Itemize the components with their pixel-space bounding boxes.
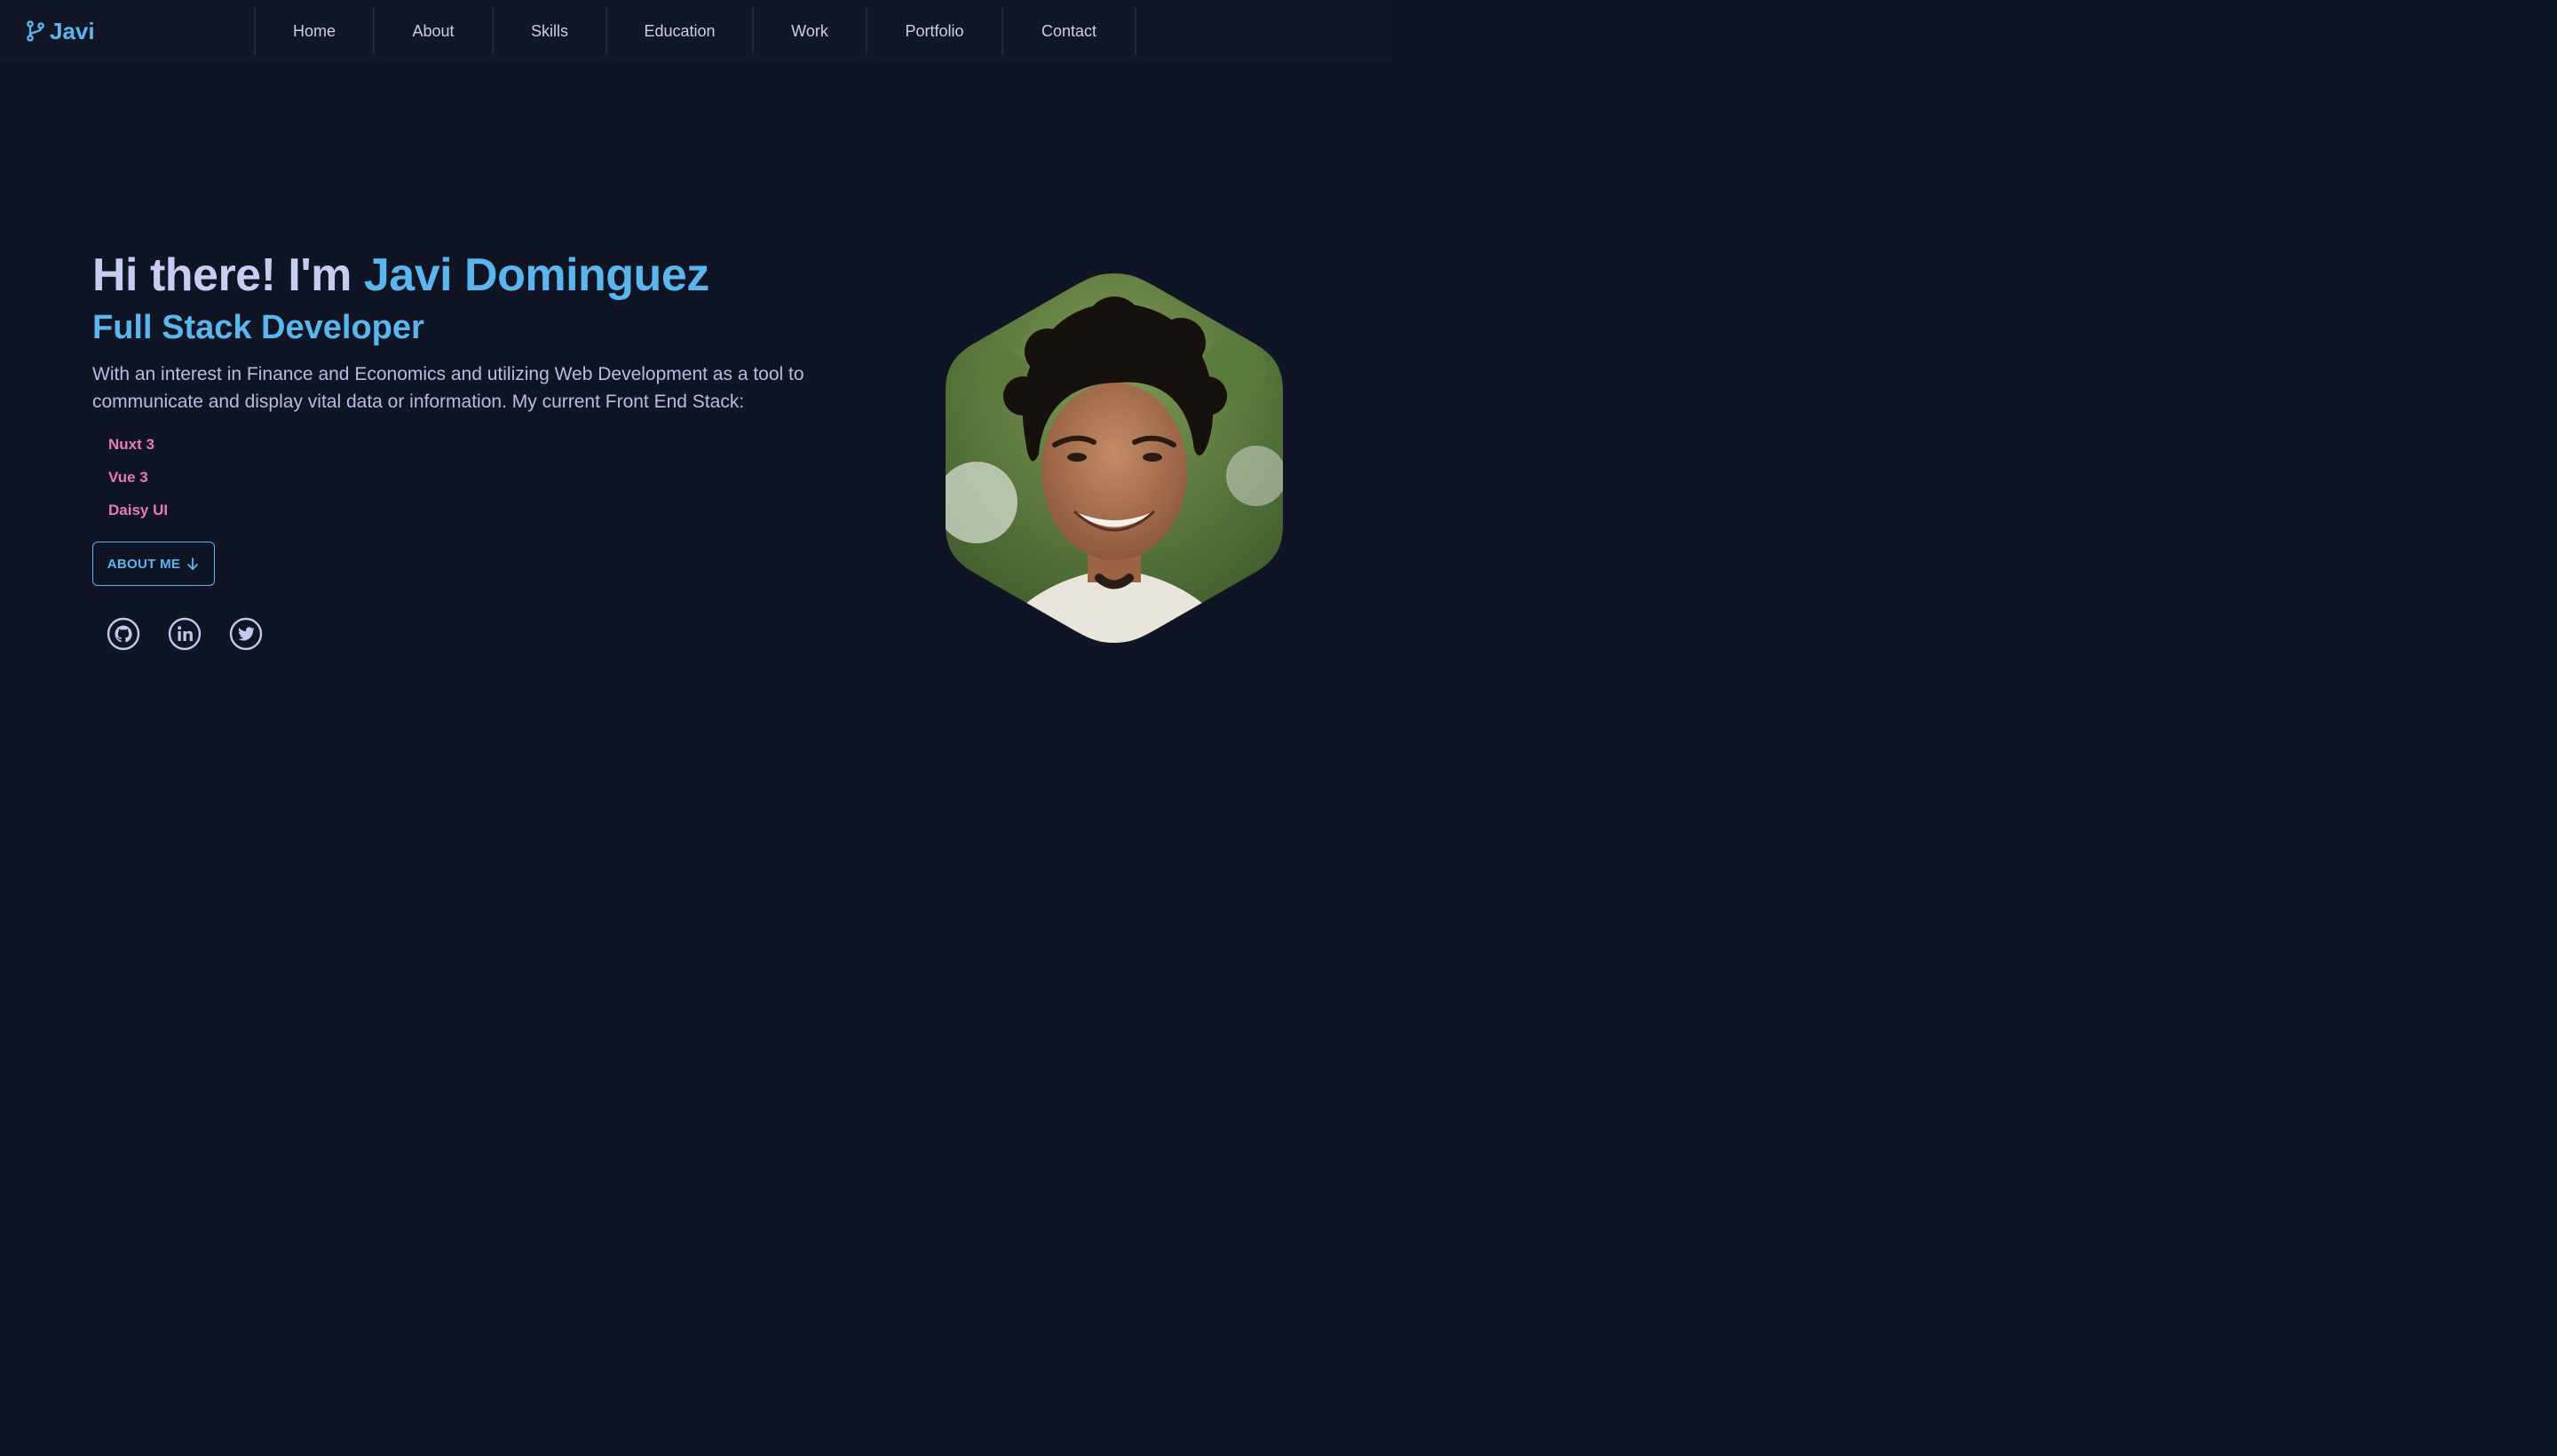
nav-item-portfolio[interactable]: Portfolio: [867, 7, 1003, 55]
nav-item-contact[interactable]: Contact: [1003, 7, 1136, 55]
twitter-icon: [229, 617, 263, 651]
nav-item-home[interactable]: Home: [256, 7, 375, 55]
linkedin-icon: [168, 617, 202, 651]
brand-link[interactable]: Javi: [27, 17, 95, 45]
nav-menu: Home About Skills Education Work Portfol…: [254, 7, 1136, 55]
stack-item: Daisy UI: [108, 502, 169, 518]
github-icon: [107, 617, 140, 651]
nav-item-about[interactable]: About: [375, 7, 494, 55]
greeting-text: Hi there! I'm: [92, 249, 364, 301]
hero-heading: Hi there! I'm Javi Dominguez: [92, 247, 874, 304]
git-branch-icon: [27, 20, 44, 42]
stack-item: Vue 3: [108, 469, 148, 486]
nav-item-education[interactable]: Education: [607, 7, 754, 55]
about-me-label: ABOUT ME: [107, 556, 181, 572]
linkedin-link[interactable]: [168, 617, 202, 651]
stack-item: Nuxt 3: [108, 436, 154, 453]
social-links: [107, 617, 263, 651]
hero-description: With an interest in Finance and Economic…: [92, 364, 804, 412]
hero-section: Hi there! I'm Javi Dominguez Full Stack …: [92, 247, 874, 526]
nav-item-work[interactable]: Work: [754, 7, 867, 55]
arrow-down-icon: [187, 558, 199, 570]
top-navbar: Javi Home About Skills Education Work Po…: [0, 0, 1392, 60]
about-me-button[interactable]: ABOUT ME: [92, 542, 215, 586]
hero-role: Full Stack Developer: [92, 309, 424, 346]
profile-photo: [941, 272, 1287, 645]
twitter-link[interactable]: [229, 617, 263, 651]
tech-stack-list: Nuxt 3 Vue 3 Daisy UI: [108, 428, 874, 526]
github-link[interactable]: [107, 617, 140, 651]
hero-name: Javi Dominguez: [363, 249, 709, 301]
brand-text: Javi: [50, 17, 95, 44]
nav-item-skills[interactable]: Skills: [494, 7, 607, 55]
